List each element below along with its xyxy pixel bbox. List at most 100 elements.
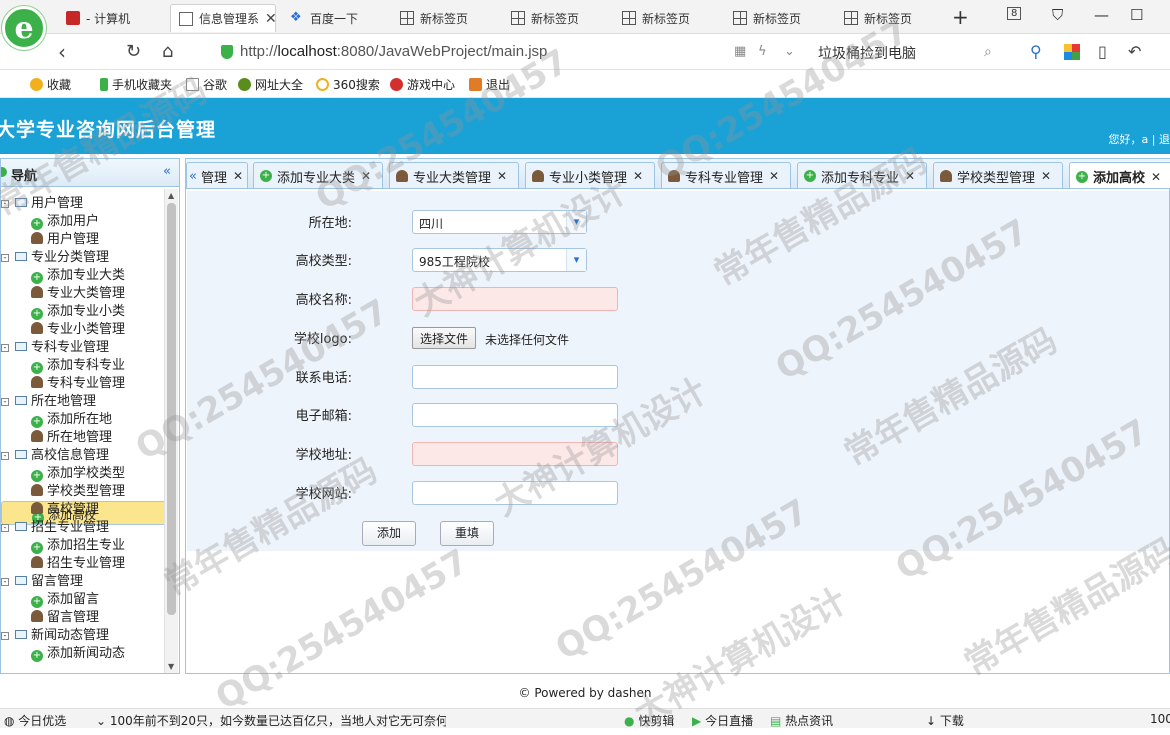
tree-group[interactable]: - 用户管理	[1, 195, 165, 213]
user-greeting[interactable]: 您好，a | 退	[1109, 131, 1170, 147]
sidebar-scrollbar[interactable]: ▲ ▼	[164, 189, 178, 673]
tree-item[interactable]: + 添加专业小类	[1, 303, 165, 321]
tree-item[interactable]: + 添加留言	[1, 591, 165, 609]
scroll-up-icon[interactable]: ▲	[168, 191, 174, 200]
apps-icon[interactable]	[1064, 41, 1080, 65]
bookmark-favorites[interactable]: 收藏	[30, 76, 71, 93]
bookmark-360[interactable]: 360搜索	[316, 76, 380, 93]
close-icon[interactable]: ✕	[633, 169, 643, 183]
bookmark-mobile[interactable]: 手机收藏夹	[100, 76, 172, 93]
refresh-icon[interactable]: ↻	[126, 41, 141, 62]
close-icon[interactable]: ✕	[233, 169, 243, 183]
tree-item[interactable]: + 添加用户	[1, 213, 165, 231]
collapse-icon[interactable]: -	[1, 578, 9, 586]
browser-tab[interactable]: 新标签页	[836, 4, 944, 32]
maximize-icon[interactable]: ☐	[1130, 6, 1143, 24]
collapse-icon[interactable]: -	[1, 524, 9, 532]
tree-item[interactable]: 招生专业管理	[1, 555, 165, 573]
collapse-icon[interactable]: -	[1, 254, 9, 262]
tree-item[interactable]: 专科专业管理	[1, 375, 165, 393]
page-tab[interactable]: 专业大类管理 ✕	[389, 162, 519, 188]
school-type-select[interactable]: 985工程院校 ▾	[412, 248, 587, 272]
new-tab-button[interactable]: +	[952, 5, 969, 29]
tree-item[interactable]: 所在地管理	[1, 429, 165, 447]
address-input[interactable]	[412, 442, 618, 466]
hot-news[interactable]: ▤ 热点资讯	[770, 712, 833, 729]
browser-tab[interactable]: 新标签页	[614, 4, 722, 32]
location-select[interactable]: 四川 ▾	[412, 210, 587, 234]
news-ticker[interactable]: ⌄ 100年前不到20只，如今数量已达百亿只，当地人对它无可奈何	[96, 712, 446, 729]
browser-tab[interactable]: 新标签页	[392, 4, 500, 32]
page-tab[interactable]: + 添加专业大类 ✕	[253, 162, 383, 188]
email-input[interactable]	[412, 403, 618, 427]
tree-group[interactable]: - 招生专业管理	[1, 519, 165, 537]
tree-item[interactable]: 专业大类管理	[1, 285, 165, 303]
page-tab[interactable]: 学校类型管理 ✕	[933, 162, 1063, 188]
close-icon[interactable]: ✕	[497, 169, 507, 183]
collapse-icon[interactable]: -	[1, 200, 9, 208]
zoom-level[interactable]: 100	[1150, 712, 1170, 726]
page-tab[interactable]: 专科专业管理 ✕	[661, 162, 791, 188]
minimize-icon[interactable]: —	[1094, 6, 1109, 24]
tree-group[interactable]: - 专科专业管理	[1, 339, 165, 357]
downloads[interactable]: ↓ 下载	[926, 712, 964, 729]
tree-group[interactable]: - 专业分类管理	[1, 249, 165, 267]
tabs-scroll-left-icon[interactable]: «	[189, 169, 197, 184]
tree-item[interactable]: + 添加学校类型	[1, 465, 165, 483]
tree-item[interactable]: 留言管理	[1, 609, 165, 627]
live-stream[interactable]: ▶ 今日直播	[692, 712, 753, 729]
website-input[interactable]	[412, 481, 618, 505]
tree-group[interactable]: - 高校信息管理	[1, 447, 165, 465]
lightning-icon[interactable]: ϟ	[758, 44, 767, 59]
choose-file-button[interactable]: 选择文件	[412, 327, 477, 349]
tree-item[interactable]: + 添加所在地	[1, 411, 165, 429]
tree-group[interactable]: - 新闻动态管理	[1, 627, 165, 645]
url-input[interactable]: http://localhost:8080/JavaWebProject/mai…	[240, 43, 547, 60]
close-icon[interactable]: ✕	[361, 169, 371, 183]
tree-item[interactable]: + 添加专业大类	[1, 267, 165, 285]
bookmark-exit[interactable]: 退出	[469, 76, 510, 93]
bookmark-games[interactable]: 游戏中心	[390, 76, 455, 93]
close-icon[interactable]: ✕	[769, 169, 779, 183]
today-picks[interactable]: ◍ 今日优选	[4, 712, 66, 729]
back-icon[interactable]: ‹	[58, 40, 66, 64]
search-icon[interactable]: ⌕	[984, 44, 992, 60]
reset-button[interactable]: 重填	[440, 521, 494, 546]
bookmark-google[interactable]: 谷歌	[186, 76, 227, 93]
search-go-icon[interactable]: ⚲	[1030, 42, 1042, 61]
submit-button[interactable]: 添加	[362, 521, 416, 546]
shirt-icon[interactable]: ⛉	[1052, 6, 1063, 24]
browser-tab[interactable]: 新标签页	[503, 4, 611, 32]
tree-item[interactable]: 学校类型管理	[1, 483, 165, 501]
collapse-icon[interactable]: -	[1, 632, 9, 640]
tree-item[interactable]: 高校管理	[1, 501, 165, 519]
close-tab-icon[interactable]: ✕	[265, 11, 275, 27]
scrollbar-thumb[interactable]	[167, 203, 176, 615]
browser-tab[interactable]: ❖ 百度一下	[282, 4, 390, 32]
browser-tab[interactable]: - 计算机	[58, 4, 168, 32]
page-tab-active[interactable]: + 添加高校 ✕	[1069, 162, 1170, 188]
tree-item[interactable]: + 添加招生专业	[1, 537, 165, 555]
page-tab[interactable]: 专业小类管理 ✕	[525, 162, 655, 188]
page-tab[interactable]: « 管理 ✕	[186, 162, 248, 188]
page-tab[interactable]: + 添加专科专业 ✕	[797, 162, 927, 188]
home-icon[interactable]: ⌂	[162, 41, 173, 62]
browser-tab-active[interactable]: 信息管理系 ✕	[170, 4, 276, 32]
tab-count-badge[interactable]: 8	[1007, 7, 1022, 20]
scroll-down-icon[interactable]: ▼	[168, 662, 174, 671]
undo-icon[interactable]: ↶	[1128, 42, 1141, 61]
tree-item[interactable]: 用户管理	[1, 231, 165, 249]
phone-icon[interactable]: ▯	[1098, 42, 1107, 61]
dropdown-icon[interactable]: ⌄	[784, 44, 795, 59]
phone-input[interactable]	[412, 365, 618, 389]
chevron-down-icon[interactable]: ▾	[566, 249, 586, 271]
collapse-icon[interactable]: -	[1, 344, 9, 352]
chevron-down-icon[interactable]: ▾	[566, 211, 586, 233]
search-input[interactable]: 垃圾桶捡到电脑	[818, 43, 916, 63]
tree-item[interactable]: + 添加新闻动态	[1, 645, 165, 663]
bookmark-sites[interactable]: 网址大全	[238, 76, 303, 93]
close-icon[interactable]: ✕	[905, 169, 915, 183]
collapse-icon[interactable]: -	[1, 398, 9, 406]
tree-group[interactable]: - 留言管理	[1, 573, 165, 591]
double-chevron-left-icon[interactable]: «	[163, 164, 171, 179]
